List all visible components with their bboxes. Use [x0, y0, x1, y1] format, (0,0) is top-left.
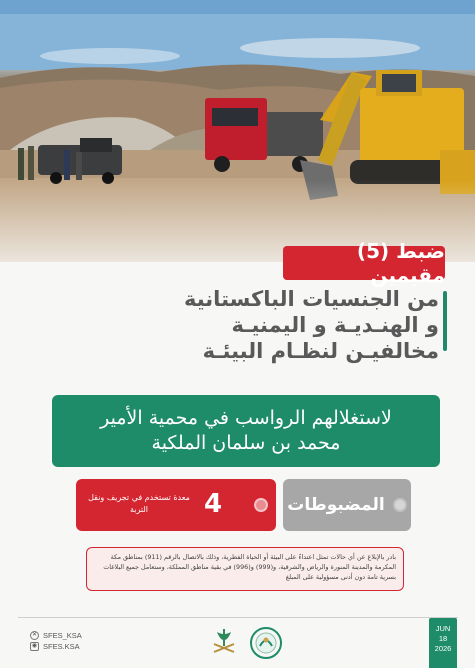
footer-divider [18, 617, 458, 618]
reason-banner: لاستغلالهم الرواسب في محمية الأمير محمد … [52, 395, 440, 467]
center-logo-icon [250, 627, 282, 659]
headline-text: من الجنسيات الباكستانية و الهنـديـة و ال… [183, 286, 439, 364]
seized-label: المضبوطات [287, 495, 385, 515]
instagram-icon: ◉ [30, 642, 39, 651]
headline-line-3: مخالفيـن لنظـام البيئـة [202, 339, 439, 363]
bullet-icon [392, 498, 407, 512]
news-card: ضبط (5) مقيمين من الجنسيات الباكستانية و… [0, 0, 475, 668]
date-month: JUN [435, 624, 451, 633]
date-badge: JUN 18 2026 [429, 618, 457, 668]
headline-line-2: و الهنـديـة و اليمنيـة [231, 313, 439, 337]
saudi-emblem-icon [213, 629, 235, 653]
seized-count: 4 [204, 489, 223, 519]
arrest-count-text: ضبط (5) مقيمين [356, 239, 445, 287]
social-handles: ✕ SFES_KSA ◉ SFES.KSA [30, 630, 82, 652]
news-photo [0, 0, 475, 262]
arrest-count-tag: ضبط (5) مقيمين [283, 239, 445, 287]
seized-label-box: المضبوطات [283, 479, 411, 531]
report-notice-text: بادر بالإبلاغ عن أي حالات تمثل اعتداءً ع… [103, 553, 396, 581]
reason-line-1: لاستغلالهم الرواسب في محمية الأمير [100, 407, 392, 429]
instagram-handle: SFES.KSA [43, 642, 80, 651]
instagram-handle-row[interactable]: ◉ SFES.KSA [30, 641, 82, 652]
date-year: 2026 [434, 644, 452, 653]
seized-description: معدة تستخدم في تجريف ونقل التربة [88, 493, 190, 514]
report-notice: بادر بالإبلاغ عن أي حالات تمثل اعتداءً ع… [86, 547, 404, 591]
x-handle: SFES_KSA [43, 631, 82, 640]
x-icon: ✕ [30, 631, 39, 640]
headline-line-1: من الجنسيات الباكستانية [183, 287, 439, 311]
date-day: 18 [438, 634, 448, 643]
headline-accent-bar [443, 291, 447, 351]
x-handle-row[interactable]: ✕ SFES_KSA [30, 630, 82, 641]
bullet-icon [254, 498, 268, 512]
seized-count-box: 4 معدة تستخدم في تجريف ونقل التربة [76, 479, 276, 531]
reason-line-2: محمد بن سلمان الملكية [151, 432, 341, 454]
